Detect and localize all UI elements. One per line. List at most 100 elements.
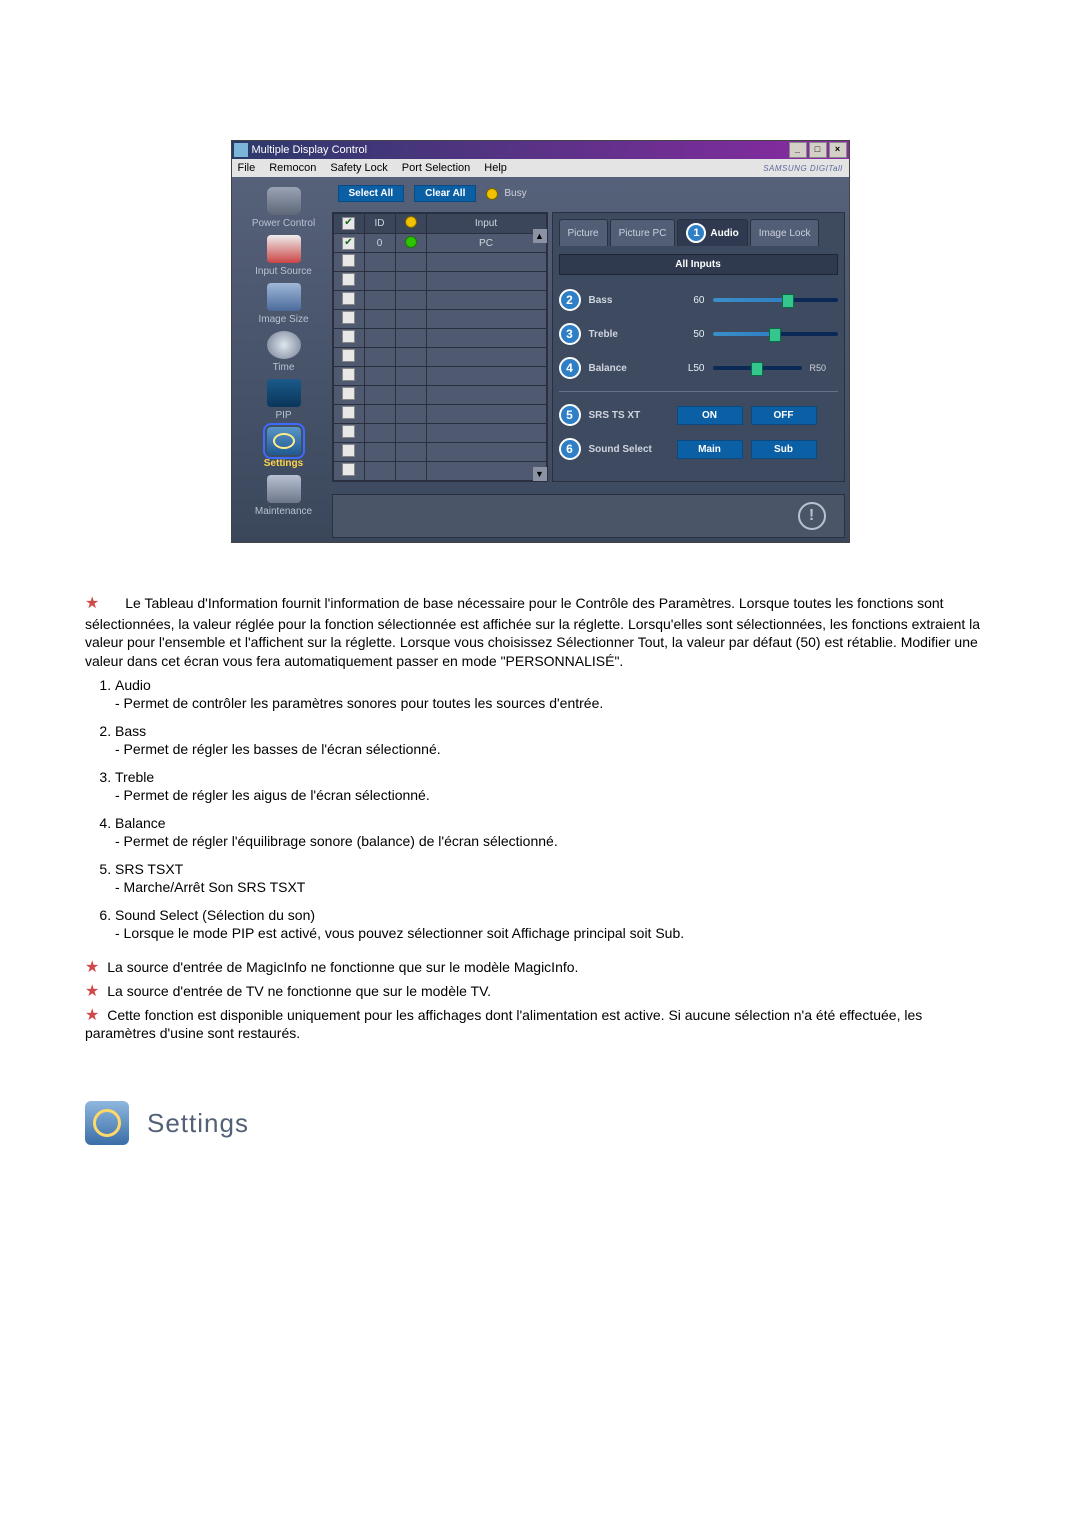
row-check-icon[interactable] bbox=[342, 237, 355, 250]
intro-note: ★ Le Tableau d'Information fournit l'inf… bbox=[85, 593, 995, 671]
list-title: Bass bbox=[115, 723, 146, 739]
treble-slider[interactable] bbox=[713, 332, 838, 336]
minimize-button[interactable]: _ bbox=[789, 142, 807, 158]
separator bbox=[559, 391, 838, 392]
busy-dot-icon bbox=[486, 188, 498, 200]
list-desc: - Lorsque le mode PIP est activé, vous p… bbox=[115, 925, 995, 941]
row-check-icon[interactable] bbox=[342, 311, 355, 324]
list-item: Audio - Permet de contrôler les paramètr… bbox=[115, 677, 995, 711]
menu-port-selection[interactable]: Port Selection bbox=[402, 162, 470, 174]
sound-sub-button[interactable]: Sub bbox=[751, 440, 817, 459]
row-check-icon[interactable] bbox=[342, 368, 355, 381]
row-check-icon[interactable] bbox=[342, 444, 355, 457]
table-row[interactable] bbox=[333, 310, 546, 329]
row-check-icon[interactable] bbox=[342, 387, 355, 400]
row-check-icon[interactable] bbox=[342, 273, 355, 286]
sidebar: Power Control Input Source Image Size Ti… bbox=[236, 181, 332, 538]
srs-row: 5 SRS TS XT ON OFF bbox=[559, 404, 838, 426]
sidebar-label: Settings bbox=[264, 458, 303, 469]
tab-audio[interactable]: 1 Audio bbox=[677, 219, 747, 246]
table-row[interactable] bbox=[333, 386, 546, 405]
sound-select-label: Sound Select bbox=[589, 444, 669, 455]
col-status[interactable] bbox=[395, 214, 426, 234]
sidebar-item-settings[interactable]: Settings bbox=[242, 427, 326, 469]
col-input[interactable]: Input bbox=[426, 214, 546, 234]
balance-slider[interactable] bbox=[713, 366, 802, 370]
bass-slider[interactable] bbox=[713, 298, 838, 302]
menu-remocon[interactable]: Remocon bbox=[269, 162, 316, 174]
window-buttons: _ □ × bbox=[789, 142, 847, 158]
sidebar-item-power-control[interactable]: Power Control bbox=[242, 187, 326, 229]
menu-file[interactable]: File bbox=[238, 162, 256, 174]
tab-image-lock[interactable]: Image Lock bbox=[750, 219, 820, 246]
sidebar-item-input-source[interactable]: Input Source bbox=[242, 235, 326, 277]
list-title: Treble bbox=[115, 769, 154, 785]
table-row[interactable] bbox=[333, 462, 546, 481]
callout-5: 5 bbox=[559, 404, 581, 426]
device-table: ID Input 0 PC bbox=[333, 213, 547, 481]
menu-safety-lock[interactable]: Safety Lock bbox=[330, 162, 387, 174]
row-status-icon bbox=[405, 236, 417, 248]
row-check-icon[interactable] bbox=[342, 330, 355, 343]
row-check-icon[interactable] bbox=[342, 425, 355, 438]
table-row[interactable] bbox=[333, 291, 546, 310]
table-row[interactable] bbox=[333, 329, 546, 348]
toolbar: Select All Clear All Busy bbox=[332, 181, 845, 208]
tab-picture-pc[interactable]: Picture PC bbox=[610, 219, 676, 246]
menubar: File Remocon Safety Lock Port Selection … bbox=[232, 159, 849, 177]
pip-icon bbox=[267, 379, 301, 407]
header-status-icon bbox=[405, 216, 417, 228]
maximize-button[interactable]: □ bbox=[809, 142, 827, 158]
star-icon: ★ bbox=[85, 1007, 99, 1024]
treble-row: 3 Treble 50 bbox=[559, 323, 838, 345]
row-check-icon[interactable] bbox=[342, 406, 355, 419]
sidebar-item-maintenance[interactable]: Maintenance bbox=[242, 475, 326, 517]
col-check[interactable] bbox=[333, 214, 364, 234]
srs-off-button[interactable]: OFF bbox=[751, 406, 817, 425]
power-icon bbox=[267, 187, 301, 215]
sidebar-label: Time bbox=[273, 362, 295, 373]
section-heading: Settings bbox=[85, 1101, 995, 1145]
table-row[interactable] bbox=[333, 367, 546, 386]
srs-on-button[interactable]: ON bbox=[677, 406, 743, 425]
bass-label: Bass bbox=[589, 295, 669, 306]
row-check-icon[interactable] bbox=[342, 463, 355, 476]
table-row[interactable] bbox=[333, 443, 546, 462]
row-input: PC bbox=[426, 234, 546, 253]
select-all-button[interactable]: Select All bbox=[338, 185, 405, 202]
sidebar-item-time[interactable]: Time bbox=[242, 331, 326, 373]
tab-picture[interactable]: Picture bbox=[559, 219, 608, 246]
table-row[interactable] bbox=[333, 424, 546, 443]
star-icon: ★ bbox=[85, 595, 99, 612]
sound-select-row: 6 Sound Select Main Sub bbox=[559, 438, 838, 460]
srs-label: SRS TS XT bbox=[589, 410, 669, 421]
table-header-row: ID Input bbox=[333, 214, 546, 234]
star-icon: ★ bbox=[85, 959, 99, 976]
sidebar-item-image-size[interactable]: Image Size bbox=[242, 283, 326, 325]
scroll-down-button[interactable]: ▼ bbox=[533, 467, 547, 481]
table-row[interactable] bbox=[333, 348, 546, 367]
sidebar-label: Power Control bbox=[252, 218, 315, 229]
row-check-icon[interactable] bbox=[342, 254, 355, 267]
sound-main-button[interactable]: Main bbox=[677, 440, 743, 459]
footnote-power: ★ Cette fonction est disponible uniqueme… bbox=[85, 1005, 995, 1041]
table-row[interactable] bbox=[333, 272, 546, 291]
close-button[interactable]: × bbox=[829, 142, 847, 158]
table-row[interactable] bbox=[333, 253, 546, 272]
table-row[interactable] bbox=[333, 405, 546, 424]
sidebar-item-pip[interactable]: PIP bbox=[242, 379, 326, 421]
clear-all-button[interactable]: Clear All bbox=[414, 185, 476, 202]
input-source-icon bbox=[267, 235, 301, 263]
row-check-icon[interactable] bbox=[342, 292, 355, 305]
callout-6: 6 bbox=[559, 438, 581, 460]
scroll-up-button[interactable]: ▲ bbox=[533, 229, 547, 243]
col-id[interactable]: ID bbox=[364, 214, 395, 234]
row-check-icon[interactable] bbox=[342, 349, 355, 362]
balance-row: 4 Balance L50 R50 bbox=[559, 357, 838, 379]
table-row[interactable]: 0 PC bbox=[333, 234, 546, 253]
status-strip: ! bbox=[332, 494, 845, 538]
settings-icon bbox=[267, 427, 301, 455]
treble-value: 50 bbox=[677, 329, 705, 340]
list-title: Balance bbox=[115, 815, 166, 831]
menu-help[interactable]: Help bbox=[484, 162, 507, 174]
